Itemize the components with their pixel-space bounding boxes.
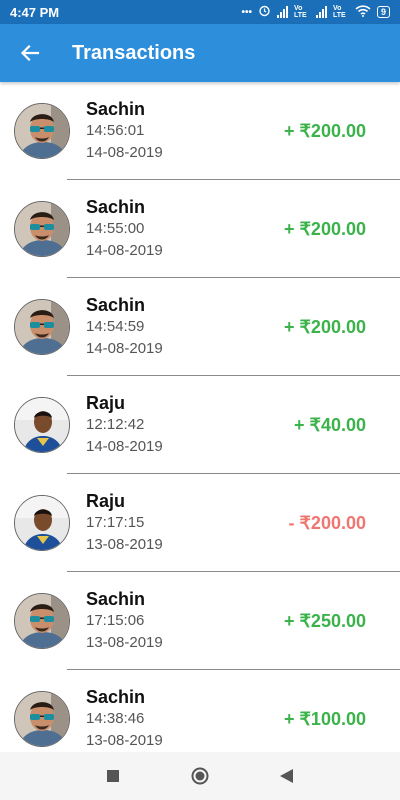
recents-button[interactable] [93, 756, 133, 796]
triangle-back-icon [280, 769, 294, 783]
status-bar: 4:47 PM ••• Vo LTE Vo LTE 9 [0, 0, 400, 24]
transaction-amount: + ₹100.00 [283, 708, 366, 729]
transaction-time: 14:38:46 [86, 710, 145, 727]
transaction-row[interactable]: Sachin 14:55:00 14-08-2019 + ₹200.00 [0, 180, 400, 278]
transaction-amount: + ₹250.00 [283, 610, 366, 631]
avatar [14, 201, 70, 257]
transaction-info: Sachin 14:54:59 14-08-2019 [86, 294, 246, 360]
battery-icon: 9 [376, 6, 390, 18]
payer-name: Sachin [86, 197, 146, 217]
payer-name: Sachin [86, 589, 146, 609]
transaction-amount: + ₹200.00 [283, 218, 366, 239]
lte-label-2: Vo LTE [332, 5, 346, 19]
transaction-info: Sachin 14:56:01 14-08-2019 [86, 98, 246, 164]
arrow-back-icon [20, 44, 40, 62]
payer-name: Sachin [86, 295, 146, 315]
avatar [14, 397, 70, 453]
transaction-row[interactable]: Sachin 14:54:59 14-08-2019 + ₹200.00 [0, 278, 400, 376]
app-bar: Transactions [0, 24, 400, 82]
transaction-row[interactable]: Raju 17:17:15 13-08-2019 - ₹200.00 [0, 474, 400, 572]
transaction-date: 13-08-2019 [86, 536, 163, 553]
transaction-row[interactable]: Raju 12:12:42 14-08-2019 + ₹40.00 [0, 376, 400, 474]
system-back-button[interactable] [267, 756, 307, 796]
transaction-date: 14-08-2019 [86, 340, 163, 357]
transaction-date: 13-08-2019 [86, 634, 163, 651]
transaction-time: 12:12:42 [86, 416, 145, 433]
transaction-info: Sachin 14:55:00 14-08-2019 [86, 196, 246, 262]
transaction-amount: + ₹200.00 [283, 316, 366, 337]
back-button[interactable] [2, 24, 58, 82]
more-dots-icon: ••• [241, 6, 252, 18]
system-nav-bar [0, 752, 400, 800]
status-time: 4:47 PM [10, 4, 60, 20]
transaction-amount: + ₹200.00 [283, 120, 366, 141]
transaction-list[interactable]: Sachin 14:56:01 14-08-2019 + ₹200.00 Sachin 1… [0, 82, 400, 752]
payer-name: Raju [86, 491, 126, 511]
signal-icon-1 [276, 6, 288, 18]
payer-name: Sachin [86, 99, 146, 119]
transaction-date: 13-08-2019 [86, 732, 163, 749]
transaction-info: Raju 12:12:42 14-08-2019 [86, 392, 246, 458]
avatar [14, 299, 70, 355]
lte-label-1: Vo LTE [293, 5, 307, 19]
transaction-date: 14-08-2019 [86, 144, 163, 161]
transaction-row[interactable]: Sachin 14:38:46 13-08-2019 + ₹100.00 [0, 670, 400, 752]
transaction-date: 14-08-2019 [86, 242, 163, 259]
transaction-time: 17:15:06 [86, 612, 145, 629]
transaction-info: Sachin 14:38:46 13-08-2019 [86, 686, 246, 752]
transaction-amount: - ₹200.00 [288, 512, 366, 533]
transaction-row[interactable]: Sachin 14:56:01 14-08-2019 + ₹200.00 [0, 82, 400, 180]
transaction-time: 14:56:01 [86, 122, 145, 139]
transaction-amount: + ₹40.00 [293, 414, 366, 435]
transaction-row[interactable]: Sachin 17:15:06 13-08-2019 + ₹250.00 [0, 572, 400, 670]
transaction-info: Sachin 17:15:06 13-08-2019 [86, 588, 246, 654]
avatar [14, 103, 70, 159]
wifi-icon [355, 4, 371, 20]
transaction-date: 14-08-2019 [86, 438, 163, 455]
circle-home-icon [191, 767, 209, 785]
alarm-icon [258, 4, 271, 20]
status-icons: ••• Vo LTE Vo LTE 9 [241, 4, 390, 20]
signal-icon-2 [315, 6, 327, 18]
avatar [14, 495, 70, 551]
square-recents-icon [107, 770, 120, 782]
page-title: Transactions [72, 41, 196, 64]
avatar [14, 691, 70, 747]
payer-name: Raju [86, 393, 126, 413]
transaction-time: 14:55:00 [86, 220, 145, 237]
payer-name: Sachin [86, 687, 146, 707]
avatar [14, 593, 70, 649]
transaction-info: Raju 17:17:15 13-08-2019 [86, 490, 246, 556]
transaction-time: 14:54:59 [86, 318, 145, 335]
home-button[interactable] [180, 756, 220, 796]
transaction-time: 17:17:15 [86, 514, 145, 531]
